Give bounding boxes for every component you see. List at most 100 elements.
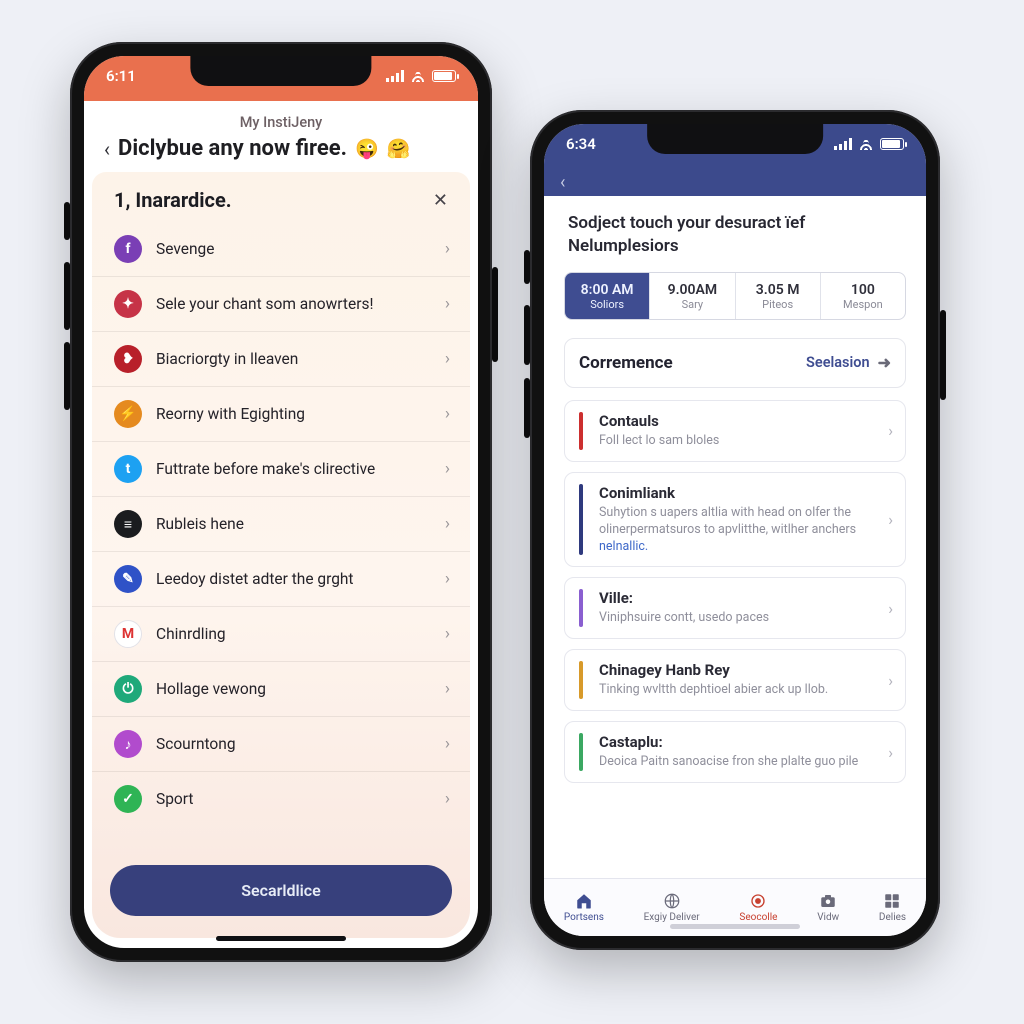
home-indicator[interactable] [670,924,800,929]
power-icon: ⏻ [114,675,142,703]
mail-icon: M [114,620,142,648]
chevron-right-icon: › [445,349,450,369]
chevron-right-icon: › [888,599,893,618]
segment-value: 9.00AM [650,282,734,298]
segment-value: 100 [821,282,905,298]
color-stripe [579,484,583,556]
color-stripe [579,412,583,450]
chevron-right-icon: › [888,743,893,762]
color-stripe [579,661,583,699]
tab-delies[interactable]: Delies [879,892,906,923]
section-action[interactable]: Seelasion ➜ [806,353,891,372]
list-item-label: Scourntong [156,735,236,753]
color-stripe [579,589,583,627]
feed-item[interactable]: ContaulsFoll lect lo sam bloles› [564,400,906,462]
chevron-right-icon: › [888,510,893,529]
list-item[interactable]: ⚡Reorny with Egighting› [92,386,470,441]
list-item[interactable]: ≡ Rubleis hene › [92,496,470,551]
card-title: 1, Inarardice. [114,188,232,212]
segment-label: Sary [650,298,734,311]
feed-item-title: Conimliank [599,484,876,502]
camera-icon [819,892,837,910]
signal-icon [386,70,404,82]
segment-label: Soliors [565,298,649,311]
phone-right: 6:34 ‹ Sodject touch your desuract їef N… [530,110,940,950]
arrow-icon: ➜ [878,353,891,372]
back-button[interactable]: ‹ [560,172,565,193]
bars-icon: ≡ [114,510,142,538]
segment-option[interactable]: 8:00 AMSoliors [565,273,649,319]
feed-item-link[interactable]: nelnallic. [599,539,648,554]
feed-item[interactable]: Chinagey Hanb ReyTinking wvltth dephtioe… [564,649,906,711]
tab-label: Seocolle [739,912,777,923]
check-icon: ✓ [114,785,142,813]
segment-option[interactable]: 100Mespon [820,273,905,319]
phone-left: 6:11 ✕ My InstiJeny ‹ Diclybue any now f… [70,42,492,962]
facebook-icon: f [114,235,142,263]
content-sheet: 1, Inarardice. ✕ fSevenge› ✦ Sele your cha… [92,172,470,938]
tab-seocolle[interactable]: Seocolle [739,892,777,923]
chevron-right-icon: › [445,239,450,259]
chevron-right-icon: › [445,514,450,534]
feed-item-title: Contauls [599,412,876,430]
menu-list: fSevenge› ✦ Sele your chant som anowrters!… [92,222,470,826]
list-item-label: Sport [156,790,193,808]
primary-cta-button[interactable]: Secarldlice [110,865,452,916]
feed-item-title: Ville: [599,589,876,607]
tab-label: Delies [879,912,906,923]
close-button[interactable]: ✕ [102,102,117,123]
feed-item-subtitle: Viniphsuire contt, usedo paces [599,610,876,627]
list-item-label: Hollage vewong [156,680,266,698]
chevron-right-icon: › [445,294,450,314]
segment-option[interactable]: 3.05 MPiteos [735,273,820,319]
emoji-hug-icon: 🤗 [387,137,411,160]
list-item[interactable]: tFuttrate before make's clirective› [92,441,470,496]
page-headline: Sodject touch your desuract їef Nelumple… [554,206,916,272]
feed-item[interactable]: Castaplu: Deoica Paitn sanoacise fron she… [564,721,906,783]
feed-item-title: Castaplu: [599,733,876,751]
tab-exgiy-deliver[interactable]: Exgiy Deliver [644,892,700,923]
spark-icon: ✦ [114,290,142,318]
status-bar: 6:34 [544,124,926,164]
list-item-label: Reorny with Egighting [156,405,305,423]
back-button[interactable]: ‹ [104,137,110,161]
time-segment: 8:00 AMSoliors9.00AMSary3.05 MPiteos100M… [564,272,906,320]
feed-item-subtitle: Deoica Paitn sanoacise fron she plalte g… [599,754,876,771]
home-indicator[interactable] [216,936,346,941]
feed-item-title: Chinagey Hanb Rey [599,661,876,679]
list-item[interactable]: fSevenge› [92,222,470,276]
feed-item[interactable]: ConimliankSuhytion s uapers altlia with … [564,472,906,568]
list-item[interactable]: ⏻Hollage vewong› [92,661,470,716]
segment-value: 3.05 M [736,282,820,298]
status-bar: 6:11 [84,56,478,96]
pencil-icon: ✎ [114,565,142,593]
page-title: ‹ Diclybue any now firee. 😜 🤗 [104,136,458,161]
chevron-right-icon: › [888,671,893,690]
status-time: 6:11 [106,67,136,85]
card-close-button[interactable]: ✕ [433,190,448,211]
segment-option[interactable]: 9.00AMSary [649,273,734,319]
list-item-label: Rubleis hene [156,515,244,533]
chevron-right-icon: › [445,789,450,809]
list-item[interactable]: ❥ Biacriorgty in lleaven › [92,331,470,386]
page-title-text: Diclybue any now firee. [118,136,347,161]
segment-label: Piteos [736,298,820,311]
list-item-label: Biacriorgty in lleaven [156,350,298,368]
feed-item[interactable]: Ville: Viniphsuire contt, usedo paces › [564,577,906,639]
section-action-label: Seelasion [806,354,870,371]
tab-portsens[interactable]: Portsens [564,892,604,923]
list-item[interactable]: ✦ Sele your chant som anowrters! › [92,276,470,331]
feed-item-subtitle: Foll lect lo sam bloles [599,433,876,450]
list-item[interactable]: ✎Leedoy distet adter the grght› [92,551,470,606]
wifi-icon [858,138,874,150]
battery-icon [432,70,456,82]
leaf-icon: ❥ [114,345,142,373]
section-header: Corremence Seelasion ➜ [564,338,906,388]
list-item-label: Sele your chant som anowrters! [156,295,373,313]
list-item[interactable]: ♪Scourntong› [92,716,470,771]
tab-vidw[interactable]: Vidw [817,892,839,923]
breadcrumb: My InstiJeny [84,114,478,131]
list-item[interactable]: MChinrdling› [92,606,470,661]
list-item[interactable]: ✓ Sport › [92,771,470,826]
globe-icon [663,892,681,910]
